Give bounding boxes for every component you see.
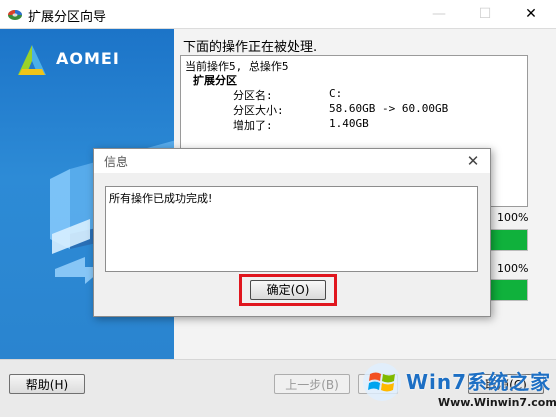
prev-button[interactable]: 上一步(B) bbox=[274, 374, 350, 394]
windows-logo-icon bbox=[363, 363, 401, 401]
aomei-logo-icon bbox=[18, 45, 46, 75]
section-title: 扩展分区 bbox=[193, 74, 237, 87]
dialog-close-button[interactable]: ✕ bbox=[462, 149, 484, 173]
progress-percent: 100% bbox=[497, 262, 529, 275]
help-button[interactable]: 帮助(H) bbox=[9, 374, 85, 394]
info-dialog: 信息 ✕ 所有操作已成功完成! 确定(O) bbox=[93, 148, 491, 317]
row-value: 58.60GB -> 60.00GB bbox=[329, 102, 449, 115]
close-button[interactable]: ✕ bbox=[508, 0, 554, 28]
progress-percent: 100% bbox=[497, 211, 529, 224]
dialog-title: 信息 bbox=[104, 155, 129, 169]
watermark-url: Www.Winwin7.com bbox=[438, 396, 556, 409]
row-label: 分区大小: bbox=[233, 104, 284, 117]
row-label: 增加了: bbox=[233, 119, 273, 132]
row-value: C: bbox=[329, 87, 343, 100]
operation-heading: 下面的操作正在被处理. bbox=[183, 40, 318, 55]
watermark-text: Win7系统之家 bbox=[406, 370, 552, 394]
message-box: 所有操作已成功完成! bbox=[105, 186, 478, 272]
dialog-title-bar: 信息 ✕ bbox=[94, 149, 490, 173]
dialog-message: 所有操作已成功完成! bbox=[109, 192, 213, 205]
window-title: 扩展分区向导 bbox=[28, 10, 107, 25]
row-label: 分区名: bbox=[233, 89, 273, 102]
row-value: 1.40GB bbox=[329, 117, 369, 130]
ok-button[interactable]: 确定(O) bbox=[250, 280, 326, 300]
maximize-button[interactable]: ☐ bbox=[462, 0, 508, 28]
minimize-button[interactable]: — bbox=[416, 0, 462, 28]
brand-name: AOMEI bbox=[56, 49, 120, 68]
app-icon bbox=[8, 10, 22, 20]
title-bar: 扩展分区向导 — ☐ ✕ bbox=[0, 0, 556, 29]
